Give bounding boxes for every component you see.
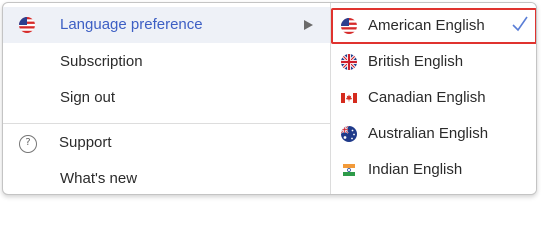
us-flag-icon (341, 18, 357, 34)
menu-item-label: Subscription (60, 53, 143, 70)
language-option-american-english[interactable]: American English (331, 8, 536, 44)
menu-item-label: Language preference (60, 16, 203, 33)
language-option-label: Canadian English (368, 89, 486, 106)
menu-item-support[interactable]: ? Support (3, 125, 331, 161)
help-circle-icon: ? (19, 135, 37, 153)
us-flag-icon (19, 17, 35, 33)
language-option-label: Indian English (368, 161, 463, 178)
language-option-australian-english[interactable]: Australian English (331, 116, 536, 152)
language-option-label: American English (368, 17, 485, 34)
language-option-label: Australian English (368, 125, 489, 142)
menu-item-language-preference[interactable]: Language preference (3, 7, 331, 43)
menu-item-subscription[interactable]: Subscription (3, 44, 331, 80)
menu-item-sign-out[interactable]: Sign out (3, 80, 331, 116)
language-option-label: British English (368, 53, 464, 70)
language-option-canadian-english[interactable]: Canadian English (331, 80, 536, 116)
menu-divider (3, 123, 331, 124)
menu-item-label: Sign out (60, 89, 116, 106)
menu-item-label: Support (59, 134, 112, 151)
uk-flag-icon (341, 54, 357, 70)
india-flag-icon (343, 164, 355, 176)
language-option-british-english[interactable]: British English (331, 44, 536, 80)
submenu-arrow-icon (304, 20, 313, 30)
language-submenu: American English British English Canadia… (330, 3, 536, 194)
menu-item-whats-new[interactable]: What's new (3, 161, 331, 194)
australia-flag-icon (341, 126, 357, 142)
menu-item-label: What's new (60, 170, 138, 187)
canada-flag-icon (341, 93, 357, 103)
language-option-indian-english[interactable]: Indian English (331, 152, 536, 188)
account-menu: Language preference Subscription Sign ou… (2, 2, 537, 195)
checkmark-icon (512, 16, 528, 32)
